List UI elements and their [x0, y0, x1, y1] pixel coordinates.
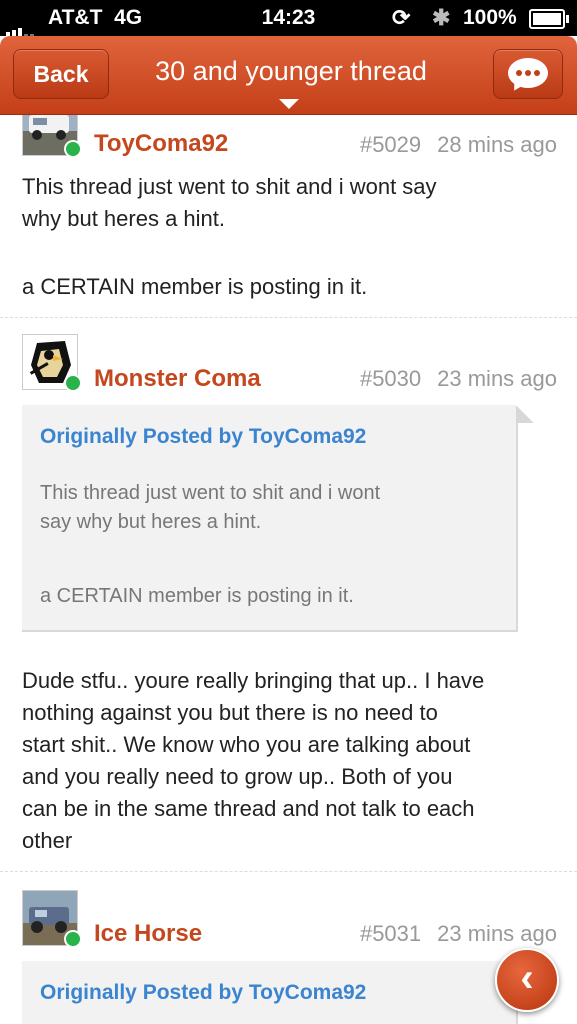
post-body-line: other — [22, 828, 73, 853]
online-status-icon — [64, 374, 82, 392]
post-body: This thread just went to shit and i wont… — [22, 171, 557, 303]
online-status-icon — [64, 930, 82, 948]
post-number[interactable]: #5029 — [360, 132, 421, 157]
quote-header[interactable]: Originally Posted by ToyComa92 — [40, 981, 366, 1005]
post-body-line: a CERTAIN member is posting in it. — [22, 274, 368, 299]
post-body-line: nothing against you but there is no need… — [22, 700, 438, 725]
post-time: 28 mins ago — [437, 132, 557, 157]
quote-block: Originally Posted by ToyComa92 This thre… — [22, 405, 534, 632]
back-button[interactable]: Back — [13, 49, 109, 99]
post-body-line: Dude stfu.. youre really bringing that u… — [22, 668, 485, 693]
post-body-line: This thread just went to shit and i wont… — [22, 174, 437, 199]
post-body-line — [22, 235, 557, 271]
battery-percent: 100% — [463, 6, 517, 29]
post-time: 23 mins ago — [437, 921, 557, 946]
post-body-line: why but heres a hint. — [22, 206, 226, 231]
online-status-icon — [64, 140, 82, 158]
post-body-line: and you really need to grow up.. Both of… — [22, 764, 453, 789]
post-meta: #5030 23 mins ago — [360, 366, 557, 392]
post-username[interactable]: Monster Coma — [94, 365, 261, 393]
quote-text: This thread just went to shit and i wont… — [40, 479, 480, 611]
post-username[interactable]: ToyComa92 — [94, 130, 228, 158]
page-title[interactable]: 30 and younger thread — [126, 56, 456, 87]
quote-line: This thread just went to shit and i wont — [40, 482, 381, 504]
post-meta: #5029 28 mins ago — [360, 132, 557, 158]
thread-post-list[interactable]: ToyComa92 #5029 28 mins ago This thread j… — [0, 115, 577, 1024]
collapse-toolbar-button[interactable]: ‹ — [495, 948, 559, 1012]
post-username[interactable]: Ice Horse — [94, 920, 202, 948]
quote-line: say why but heres a hint. — [40, 511, 262, 533]
quote-fold — [516, 405, 534, 423]
quote-block: Originally Posted by ToyComa92 — [22, 961, 534, 1024]
post-divider — [0, 871, 577, 872]
post-body-line: start shit.. We know who you are talking… — [22, 732, 471, 757]
post-time: 23 mins ago — [437, 366, 557, 391]
quote-line: a CERTAIN member is posting in it. — [40, 585, 354, 607]
chevron-left-icon: ‹ — [520, 956, 534, 1000]
reply-button[interactable] — [493, 49, 563, 99]
bluetooth-icon: ✱ — [432, 5, 451, 30]
post-body: Dude stfu.. youre really bringing that u… — [22, 665, 557, 857]
battery-icon — [529, 9, 569, 29]
post-number[interactable]: #5030 — [360, 366, 421, 391]
rotation-lock-icon: ⟳ — [392, 5, 411, 30]
nav-bar: Back 30 and younger thread — [0, 36, 577, 115]
title-dropdown-icon[interactable] — [279, 99, 299, 109]
post-divider — [0, 317, 577, 318]
quote-header[interactable]: Originally Posted by ToyComa92 — [40, 425, 366, 449]
quote-line — [40, 537, 480, 582]
post-meta: #5031 23 mins ago — [360, 921, 557, 947]
post-number[interactable]: #5031 — [360, 921, 421, 946]
post-body-line: can be in the same thread and not talk t… — [22, 796, 475, 821]
status-bar: AT&T 4G 14:23 ⟳ ✱ 100% — [0, 0, 577, 37]
